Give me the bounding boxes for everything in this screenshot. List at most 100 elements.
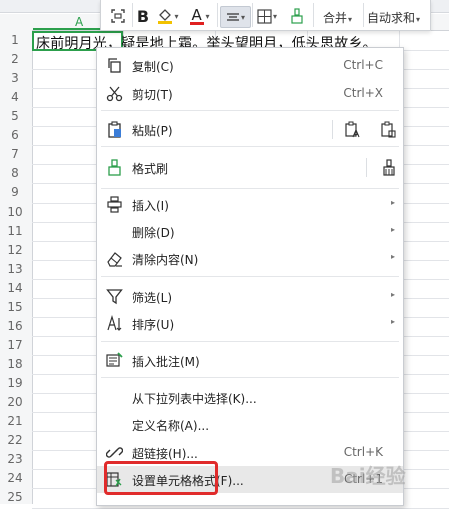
chevron-down-icon: ▾ bbox=[240, 12, 245, 22]
menu-item-filter[interactable]: 筛选(L) ▸ bbox=[97, 283, 403, 310]
paintbrush-icon bbox=[291, 8, 303, 24]
submenu-arrow-icon: ▸ bbox=[390, 252, 395, 261]
sort-icon bbox=[107, 315, 122, 331]
row-number[interactable]: 17 bbox=[0, 338, 30, 352]
row-number[interactable]: 4 bbox=[0, 90, 30, 104]
row-number[interactable]: 8 bbox=[0, 166, 30, 180]
format-select-icon bbox=[111, 9, 125, 23]
format-picker-button[interactable] bbox=[107, 6, 129, 26]
toolbar-divider bbox=[252, 3, 253, 27]
row-number[interactable]: 7 bbox=[0, 147, 30, 161]
toolbar-divider bbox=[217, 3, 218, 27]
submenu-arrow-icon: ▸ bbox=[390, 290, 395, 299]
menu-item-label: 粘贴(P) bbox=[132, 124, 173, 138]
menu-item-define-name[interactable]: 定义名称(A)... bbox=[97, 411, 403, 438]
menu-item-shortcut: Ctrl+X bbox=[343, 86, 383, 100]
font-color-button[interactable]: A ▾ bbox=[187, 6, 213, 26]
row-number[interactable]: 3 bbox=[0, 71, 30, 85]
row-number[interactable]: 16 bbox=[0, 319, 30, 333]
chevron-down-icon: ▾ bbox=[348, 15, 353, 24]
row-number[interactable]: 11 bbox=[0, 224, 30, 238]
row-number[interactable]: 22 bbox=[0, 433, 30, 447]
row-number[interactable]: 1 bbox=[0, 33, 30, 47]
menu-item-cut[interactable]: 剪切(T) Ctrl+X bbox=[97, 80, 403, 107]
borders-button[interactable]: ▾ bbox=[254, 6, 280, 26]
fill-color-button[interactable]: ▾ bbox=[155, 6, 181, 26]
row-number[interactable]: 19 bbox=[0, 376, 30, 390]
paintbrush-icon bbox=[108, 159, 121, 176]
row-number[interactable]: 18 bbox=[0, 357, 30, 371]
insert-icon bbox=[107, 196, 122, 213]
menu-separator bbox=[101, 276, 399, 277]
menu-item-insert-comment[interactable]: 插入批注(M) bbox=[97, 347, 403, 374]
row-number[interactable]: 9 bbox=[0, 185, 30, 199]
format-painter-multi-icon[interactable] bbox=[380, 159, 397, 176]
row-number[interactable]: 25 bbox=[0, 490, 30, 504]
toolbar-divider bbox=[313, 3, 314, 27]
autosum-label: 自动求和 bbox=[367, 11, 416, 25]
menu-item-copy[interactable]: 复制(C) Ctrl+C bbox=[97, 52, 403, 79]
row-number[interactable]: 12 bbox=[0, 243, 30, 257]
bold-button[interactable]: B bbox=[134, 6, 152, 26]
fill-bucket-icon bbox=[158, 9, 173, 24]
align-button[interactable]: ▾ bbox=[220, 6, 251, 28]
menu-item-label: 插入批注(M) bbox=[132, 355, 200, 369]
font-color-icon: A bbox=[190, 6, 205, 25]
chevron-down-icon: ▾ bbox=[174, 11, 179, 21]
submenu-arrow-icon: ▸ bbox=[390, 317, 395, 326]
row-number[interactable]: 21 bbox=[0, 414, 30, 428]
menu-item-format-painter[interactable]: 格式刷 bbox=[97, 154, 403, 181]
paste-clipboard-icon bbox=[108, 121, 121, 138]
menu-item-pick-from-list[interactable]: 从下拉列表中选择(K)... bbox=[97, 384, 403, 411]
row-number[interactable]: 23 bbox=[0, 452, 30, 466]
menu-item-clear-contents[interactable]: 清除内容(N) ▸ bbox=[97, 245, 403, 272]
borders-grid-icon bbox=[257, 8, 272, 24]
menu-item-label: 排序(U) bbox=[132, 318, 175, 332]
column-a-header[interactable]: A bbox=[75, 15, 83, 29]
row-number[interactable]: 2 bbox=[0, 52, 30, 66]
menu-item-label: 复制(C) bbox=[132, 60, 174, 74]
row-number[interactable]: 24 bbox=[0, 471, 30, 485]
menu-separator bbox=[101, 110, 399, 111]
row-number[interactable]: 5 bbox=[0, 109, 30, 123]
menu-item-delete[interactable]: 删除(D) ▸ bbox=[97, 218, 403, 245]
menu-item-label: 插入(I) bbox=[132, 199, 169, 213]
annotation-highlight-box bbox=[104, 461, 218, 495]
align-center-icon bbox=[226, 13, 239, 21]
menu-item-sort[interactable]: 排序(U) ▸ bbox=[97, 310, 403, 337]
row-number[interactable]: 20 bbox=[0, 395, 30, 409]
row-number[interactable]: 10 bbox=[0, 205, 30, 219]
submenu-arrow-icon: ▸ bbox=[390, 225, 395, 234]
copy-icon bbox=[108, 58, 121, 73]
menu-item-divider bbox=[366, 158, 367, 177]
autosum-button[interactable]: 自动求和▾ bbox=[367, 9, 420, 26]
menu-item-shortcut: Ctrl+C bbox=[343, 58, 383, 72]
chevron-down-icon: ▾ bbox=[272, 11, 277, 21]
merge-button[interactable]: 合并▾ bbox=[323, 9, 352, 26]
toolbar-divider bbox=[132, 3, 133, 27]
paste-values-icon[interactable] bbox=[344, 121, 361, 138]
menu-separator bbox=[101, 146, 399, 147]
menu-item-paste[interactable]: 粘贴(P) bbox=[97, 116, 403, 143]
menu-item-label: 筛选(L) bbox=[132, 291, 173, 305]
row-number[interactable]: 6 bbox=[0, 128, 30, 142]
menu-item-label: 从下拉列表中选择(K)... bbox=[132, 392, 257, 406]
font-color-swatch bbox=[190, 22, 205, 25]
menu-separator bbox=[101, 341, 399, 342]
menu-item-divider bbox=[332, 120, 333, 139]
menu-item-insert[interactable]: 插入(I) ▸ bbox=[97, 191, 403, 218]
menu-item-label: 删除(D) bbox=[132, 226, 175, 240]
format-painter-button[interactable] bbox=[287, 6, 307, 26]
row-number[interactable]: 13 bbox=[0, 262, 30, 276]
menu-separator bbox=[101, 188, 399, 189]
watermark-logo: Bai经验 bbox=[330, 464, 406, 488]
paste-special-icon[interactable] bbox=[380, 121, 397, 138]
context-menu: 复制(C) Ctrl+C 剪切(T) Ctrl+X 粘贴(P) 格式刷 插入(I… bbox=[96, 47, 404, 506]
row-number[interactable]: 15 bbox=[0, 300, 30, 314]
merge-label: 合并 bbox=[323, 11, 348, 25]
row-gridline bbox=[32, 507, 449, 509]
row-number[interactable]: 14 bbox=[0, 281, 30, 295]
menu-item-shortcut: Ctrl+K bbox=[343, 445, 383, 459]
menu-item-label: 剪切(T) bbox=[132, 88, 173, 102]
eraser-icon bbox=[107, 252, 122, 267]
